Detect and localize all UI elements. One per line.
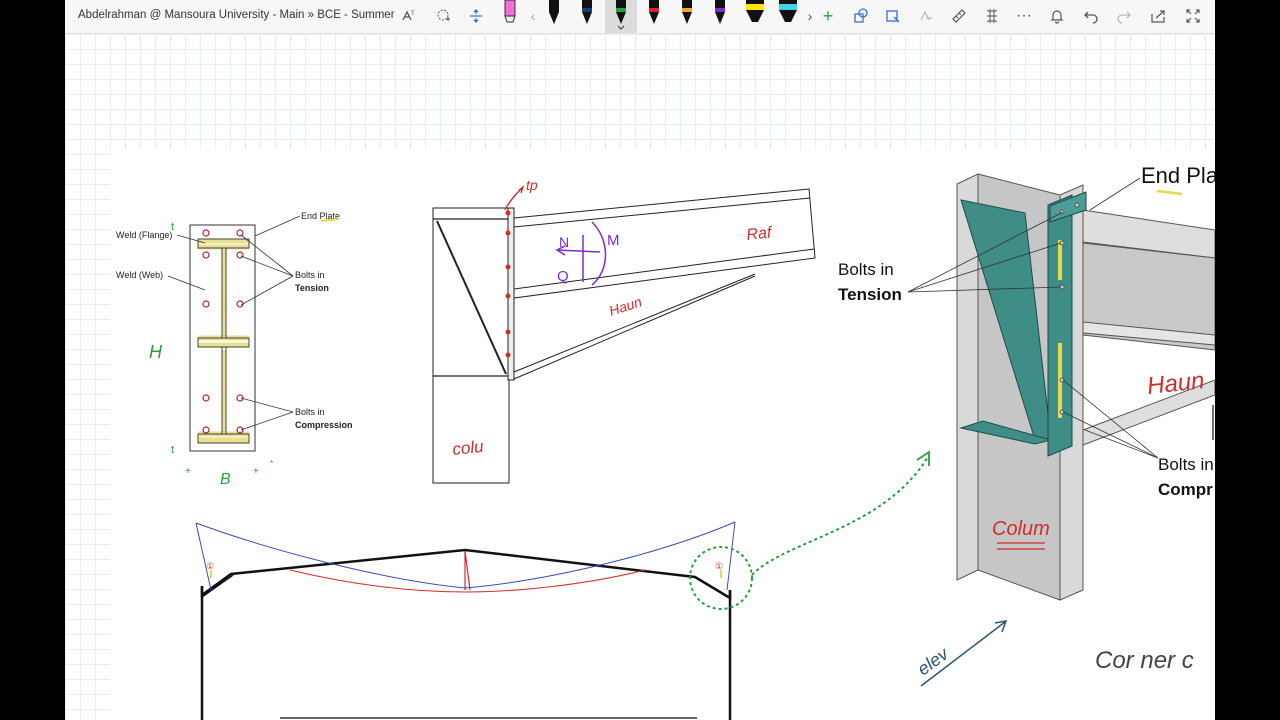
onenote-window: Abdelrahman @ Mansoura University - Main…	[65, 0, 1215, 720]
label-weld-flange: Weld (Flange)	[116, 230, 172, 240]
pen-pink[interactable]	[503, 0, 517, 30]
pen-orange[interactable]	[680, 0, 694, 30]
label-bolts-in-3d-1: Bolts in	[838, 260, 894, 279]
ink-b: B	[220, 471, 231, 488]
chevron-left-icon[interactable]: ‹	[522, 5, 544, 27]
convert-icon[interactable]	[882, 5, 904, 27]
ink-m: M	[607, 232, 620, 249]
undo-icon[interactable]	[1080, 5, 1102, 27]
note-canvas[interactable]: End Plate Weld (Flange) Weld (Web) Bolts…	[65, 34, 1215, 720]
label-tension: Tension	[295, 283, 329, 293]
pen-red[interactable]	[647, 0, 661, 30]
ink-column: colu	[451, 437, 485, 459]
add-pen-icon[interactable]: +	[817, 5, 839, 27]
ink-haunch: Haun	[607, 293, 644, 319]
svg-text:T: T	[411, 11, 415, 17]
highlighter-aqua[interactable]	[778, 0, 798, 30]
pen-green[interactable]	[614, 0, 628, 30]
label-bolts-in-tension-1: Bolts in	[295, 270, 325, 280]
pen-black[interactable]	[547, 0, 561, 30]
ink-rafter: Raf	[746, 224, 774, 244]
math-icon[interactable]	[915, 5, 937, 27]
ink-t-top: t	[171, 221, 174, 233]
label-bolts-in-compression-1: Bolts in	[295, 407, 325, 417]
add-space-icon[interactable]	[465, 5, 487, 27]
svg-text:+: +	[253, 466, 259, 477]
frame-sketch: ① ①	[195, 450, 930, 720]
bell-icon[interactable]	[1046, 5, 1068, 27]
fullscreen-icon[interactable]	[1182, 5, 1204, 27]
ink-column-3d: Colum	[992, 518, 1050, 540]
highlighter-yellow[interactable]	[745, 0, 765, 30]
label-end-plate-3d: End Pla	[1141, 163, 1215, 188]
svg-text:+: +	[185, 466, 191, 477]
label-tension-3d: Tension	[838, 285, 902, 304]
marker-1-right: ①	[715, 561, 723, 571]
svg-text:*: *	[270, 459, 273, 468]
lasso-select-icon[interactable]	[432, 5, 454, 27]
label-bolts-in-3d-2: Bolts in	[1158, 455, 1214, 474]
end-plate-front-view: End Plate Weld (Flange) Weld (Web) Bolts…	[116, 211, 353, 488]
label-weld-web: Weld (Web)	[116, 270, 163, 280]
ink-q: Q	[557, 268, 569, 285]
ink-tp: tp	[526, 177, 538, 193]
pen-purple[interactable]	[713, 0, 727, 30]
lasso-text-icon[interactable]: T	[398, 5, 420, 27]
ink-corner: Cor ner c	[1095, 647, 1194, 674]
ruler-icon[interactable]	[948, 5, 970, 27]
ink-t-bottom: t	[171, 444, 174, 456]
marker-1-left: ①	[206, 561, 214, 571]
page-title: Abdelrahman @ Mansoura University - Main…	[78, 9, 395, 21]
ink-elev: elev	[914, 643, 953, 679]
redo-icon[interactable]	[1113, 5, 1135, 27]
connection-elevation: tp N M Q Raf Haun colu	[432, 177, 816, 484]
toolbar: Abdelrahman @ Mansoura University - Main…	[65, 0, 1215, 34]
ink-layer: End Plate Weld (Flange) Weld (Web) Bolts…	[116, 163, 1215, 720]
pen-navy[interactable]	[580, 0, 594, 30]
share-icon[interactable]	[1147, 5, 1169, 27]
ink-h: H	[149, 342, 163, 362]
more-icon[interactable]: ···	[1013, 5, 1035, 27]
ink-n: N	[559, 234, 569, 250]
label-compression: Compression	[295, 420, 353, 430]
shapes-icon[interactable]	[850, 5, 872, 27]
label-compression-3d: Compr	[1158, 480, 1213, 499]
connection-3d: End Pla Bolts in Tension Bolts in Compr …	[838, 163, 1215, 687]
selection-icon[interactable]	[981, 5, 1003, 27]
